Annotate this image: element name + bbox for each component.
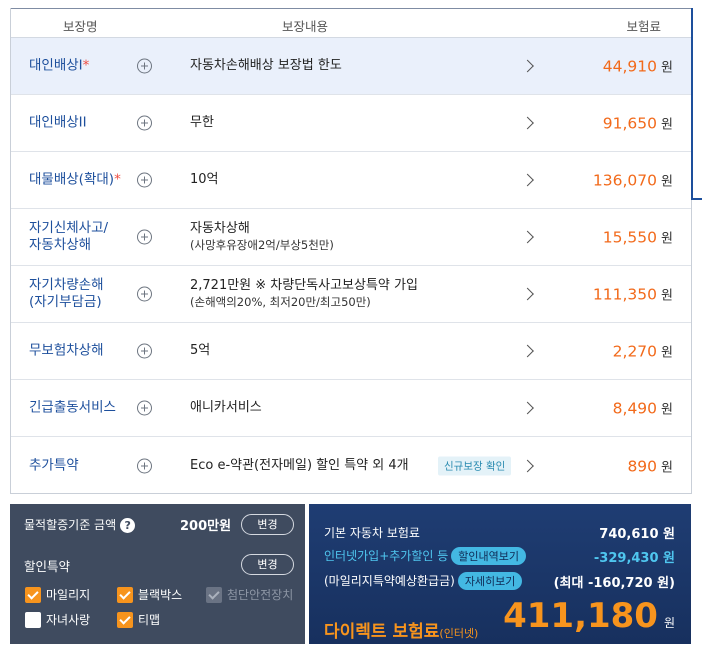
chevron-right-icon[interactable] — [521, 459, 534, 472]
mileage-detail-button[interactable]: 자세히보기 — [457, 572, 523, 590]
checkbox-disabled-icon — [206, 587, 222, 603]
expand-plus-icon[interactable] — [137, 58, 152, 74]
mileage-refund-label: (마일리지특약예상환급금) — [324, 574, 455, 588]
coverage-name: 긴급출동서비스 — [29, 399, 116, 416]
coverage-name: 자기차량손해 (자기부담금) — [29, 277, 104, 310]
checkbox-checked-icon — [25, 587, 41, 603]
table-row[interactable]: 자기차량손해 (자기부담금) 2,721만원 ※ 차량단독사고보상특약 가입 (손해… — [11, 266, 691, 323]
discount-detail-button[interactable]: 할인내역보기 — [451, 547, 527, 565]
expand-plus-icon[interactable] — [137, 343, 152, 359]
property-threshold-amount: 200만원 — [180, 519, 232, 534]
child-love-checkbox[interactable]: 자녀사랑 — [25, 612, 90, 628]
coverage-desc: 2,721만원 ※ 차량단독사고보상특약 가입 (손해액의20%, 최저20만/최… — [190, 278, 418, 309]
expand-plus-icon[interactable] — [137, 286, 152, 302]
mileage-checkbox[interactable]: 마일리지 — [25, 587, 90, 603]
chevron-right-icon[interactable] — [521, 173, 534, 187]
coverage-table: 보장명 보장내용 보험료 대인배상I* 자동차손해배상 보장법 한도 44,91… — [10, 8, 692, 494]
direct-premium-total: 411,180 원 — [503, 596, 675, 636]
premium-value: 44,910 원 — [602, 57, 673, 76]
coverage-name: 추가특약 — [29, 457, 79, 473]
discount-panel: 물적할증기준 금액? 200만원 변경 할인특약 변경 마일리지 블랙박스 첨단… — [10, 504, 305, 644]
premium-value: 8,490 원 — [612, 399, 673, 418]
table-row[interactable]: 무보험차상해 5억 2,270 원 — [11, 323, 691, 380]
scrollbar[interactable] — [691, 8, 702, 200]
change-discount-button[interactable]: 변경 — [241, 554, 294, 575]
required-star: * — [82, 57, 90, 74]
help-icon[interactable]: ? — [120, 518, 136, 533]
expand-plus-icon[interactable] — [137, 172, 152, 188]
direct-premium-label: 다이렉트 보험료(인터넷) — [324, 622, 479, 642]
discount-special-label: 할인특약 — [24, 559, 71, 574]
header-coverage-content: 보장내용 — [282, 19, 329, 34]
coverage-name: 무보험차상해 — [29, 342, 104, 359]
table-row[interactable]: 추가특약 Eco e-약관(전자메일) 할인 특약 외 4개 신규보장 확인 8… — [11, 437, 691, 494]
coverage-name: 대인배상I* — [29, 57, 90, 74]
checkbox-unchecked-icon — [25, 612, 41, 628]
coverage-subdesc: (사망후유장애2억/부상5천만) — [190, 238, 334, 252]
mileage-refund-row: (마일리지특약예상환급금) 자세히보기 — [324, 572, 523, 590]
base-premium-value: 740,610 원 — [599, 527, 675, 542]
coverage-name: 대물배상(확대)* — [29, 171, 121, 188]
expand-plus-icon[interactable] — [137, 229, 152, 245]
coverage-desc: 자동차손해배상 보장법 한도 — [190, 58, 342, 73]
mileage-refund-value: (최대 -160,720 원) — [553, 576, 675, 591]
premium-value: 91,650 원 — [602, 114, 673, 133]
internet-discount-row: 인터넷가입+추가할인 등 할인내역보기 — [324, 547, 527, 565]
new-coverage-check-button[interactable]: 신규보장 확인 — [438, 456, 512, 475]
property-threshold-label: 물적할증기준 금액? — [24, 516, 136, 533]
chevron-right-icon[interactable] — [521, 287, 534, 301]
table-row[interactable]: 대인배상I* 자동차손해배상 보장법 한도 44,910 원 — [11, 38, 691, 95]
expand-plus-icon[interactable] — [137, 115, 152, 131]
premium-value: 890 원 — [627, 457, 673, 475]
internet-discount-label: 인터넷가입+추가할인 등 — [324, 549, 449, 563]
expand-plus-icon[interactable] — [137, 458, 152, 473]
coverage-desc: 애니카서비스 — [190, 400, 262, 415]
table-row[interactable]: 자기신체사고/자동차상해 자동차상해 (사망후유장애2억/부상5천만) 15,55… — [11, 209, 691, 266]
checkbox-checked-icon — [117, 612, 133, 628]
chevron-right-icon[interactable] — [521, 401, 534, 415]
premium-value: 15,550 원 — [602, 228, 673, 247]
expand-plus-icon[interactable] — [137, 400, 152, 416]
coverage-desc: 10억 — [190, 172, 219, 187]
premium-summary-panel: 기본 자동차 보험료 740,610 원 인터넷가입+추가할인 등 할인내역보기 … — [309, 504, 691, 644]
coverage-desc: Eco e-약관(전자메일) 할인 특약 외 4개 — [190, 457, 409, 473]
table-row[interactable]: 대인배상II 무한 91,650 원 — [11, 95, 691, 152]
advanced-safety-checkbox: 첨단안전장치 — [206, 587, 293, 603]
chevron-right-icon[interactable] — [521, 344, 534, 358]
tmap-checkbox[interactable]: 티맵 — [117, 612, 160, 628]
header-coverage-name: 보장명 — [63, 19, 98, 34]
base-premium-label: 기본 자동차 보험료 — [324, 526, 420, 540]
change-threshold-button[interactable]: 변경 — [241, 514, 294, 535]
coverage-desc: 자동차상해 (사망후유장애2억/부상5천만) — [190, 221, 334, 252]
premium-value: 136,070 원 — [592, 171, 673, 190]
coverage-subdesc: (손해액의20%, 최저20만/최고50만) — [190, 295, 371, 309]
coverage-name: 자기신체사고/자동차상해 — [29, 220, 109, 253]
table-row[interactable]: 긴급출동서비스 애니카서비스 8,490 원 — [11, 380, 691, 437]
required-star: * — [114, 171, 121, 188]
premium-value: 111,350 원 — [592, 285, 673, 304]
coverage-desc: 무한 — [190, 115, 214, 130]
chevron-right-icon[interactable] — [521, 230, 534, 244]
table-row[interactable]: 대물배상(확대)* 10억 136,070 원 — [11, 152, 691, 209]
coverage-desc: 5억 — [190, 343, 211, 358]
header-premium: 보험료 — [626, 19, 661, 34]
chevron-right-icon[interactable] — [521, 116, 534, 130]
blackbox-checkbox[interactable]: 블랙박스 — [117, 587, 182, 603]
checkbox-checked-icon — [117, 587, 133, 603]
internet-discount-value: -329,430 원 — [593, 551, 675, 566]
premium-value: 2,270 원 — [612, 342, 673, 361]
table-header: 보장명 보장내용 보험료 — [11, 8, 691, 38]
chevron-right-icon[interactable] — [521, 59, 534, 73]
coverage-name: 대인배상II — [29, 114, 87, 131]
